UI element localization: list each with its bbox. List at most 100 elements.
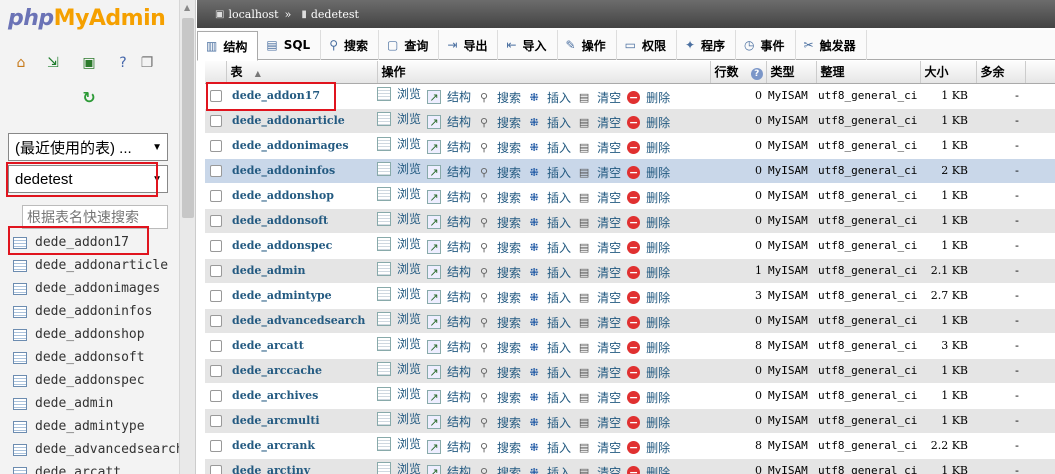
header-collation[interactable]: 整理: [816, 61, 921, 84]
table-name-link[interactable]: dede_arcmulti: [226, 408, 377, 434]
nav-table-label[interactable]: dede_advancedsearch: [35, 442, 184, 457]
nav-table-item[interactable]: dede_addon17: [10, 231, 185, 254]
action-browse[interactable]: 浏览: [377, 310, 421, 327]
action-insert[interactable]: ⁜ 插入: [527, 364, 571, 381]
action-empty[interactable]: ▤ 清空: [577, 364, 621, 381]
nav-table-item[interactable]: dede_admin: [10, 392, 185, 415]
table-name-link[interactable]: dede_addoninfos: [226, 158, 377, 184]
row-size[interactable]: 1 KB: [920, 233, 976, 259]
nav-table-label[interactable]: dede_addonshop: [35, 327, 145, 342]
action-empty[interactable]: ▤ 清空: [577, 164, 621, 181]
action-insert[interactable]: ⁜ 插入: [527, 164, 571, 181]
action-empty[interactable]: ▤ 清空: [577, 339, 621, 356]
action-empty[interactable]: ▤ 清空: [577, 189, 621, 206]
reload-icon[interactable]: ↻: [80, 88, 98, 107]
row-checkbox[interactable]: [209, 140, 222, 152]
nav-table-item[interactable]: dede_advancedsearch: [10, 438, 185, 461]
action-structure[interactable]: ↗ 结构: [427, 238, 471, 255]
tab-operations[interactable]: ✎ 操作: [558, 30, 617, 60]
row-size[interactable]: 1 KB: [920, 383, 976, 409]
copy-icon[interactable]: ❐: [138, 54, 156, 72]
table-row[interactable]: dede_arcatt 浏览 ↗ 结构 ⚲ 搜索 ⁜ 插入 ▤ 清空 − 删除 8 MyISAM utf8_…: [205, 333, 1055, 359]
action-search[interactable]: ⚲ 搜索: [477, 439, 521, 456]
action-insert[interactable]: ⁜ 插入: [527, 139, 571, 156]
action-insert[interactable]: ⁜ 插入: [527, 89, 571, 106]
action-browse[interactable]: 浏览: [377, 460, 421, 474]
row-size[interactable]: 2.2 KB: [920, 433, 976, 459]
docs-icon[interactable]: ?: [114, 54, 132, 72]
nav-scrollbar[interactable]: ▲: [179, 0, 195, 474]
action-browse[interactable]: 浏览: [377, 410, 421, 427]
action-browse[interactable]: 浏览: [377, 185, 421, 202]
action-empty[interactable]: ▤ 清空: [577, 139, 621, 156]
action-search[interactable]: ⚲ 搜索: [477, 389, 521, 406]
action-insert[interactable]: ⁜ 插入: [527, 314, 571, 331]
action-empty[interactable]: ▤ 清空: [577, 289, 621, 306]
breadcrumb-database[interactable]: dedetest: [311, 8, 359, 21]
phpmyadmin-logo[interactable]: phpMyAdmin: [8, 6, 166, 36]
row-checkbox[interactable]: [209, 115, 222, 127]
action-drop[interactable]: − 删除: [627, 464, 670, 474]
row-size[interactable]: 3 KB: [920, 333, 976, 359]
nav-table-label[interactable]: dede_addonsoft: [35, 350, 145, 365]
nav-table-label[interactable]: dede_admintype: [35, 419, 145, 434]
table-name-link[interactable]: dede_advancedsearch: [226, 308, 377, 334]
tab-triggers[interactable]: ✂ 触发器: [796, 30, 867, 60]
table-name-link[interactable]: dede_addonimages: [226, 133, 377, 159]
row-size[interactable]: 1 KB: [920, 408, 976, 434]
action-structure[interactable]: ↗ 结构: [427, 138, 471, 155]
action-search[interactable]: ⚲ 搜索: [477, 114, 521, 131]
action-empty[interactable]: ▤ 清空: [577, 314, 621, 331]
row-checkbox[interactable]: [209, 165, 222, 177]
row-checkbox[interactable]: [209, 315, 222, 327]
table-row[interactable]: dede_archives 浏览 ↗ 结构 ⚲ 搜索 ⁜ 插入 ▤ 清空 − 删除 0 MyISAM utf…: [205, 383, 1055, 409]
row-size[interactable]: 1 KB: [920, 308, 976, 334]
action-search[interactable]: ⚲ 搜索: [477, 289, 521, 306]
row-size[interactable]: 1 KB: [920, 458, 976, 474]
action-structure[interactable]: ↗ 结构: [427, 88, 471, 105]
table-name-link[interactable]: dede_arcatt: [226, 333, 377, 359]
table-row[interactable]: dede_admintype 浏览 ↗ 结构 ⚲ 搜索 ⁜ 插入 ▤ 清空 − 删除 3 MyISAM ut…: [205, 283, 1055, 309]
tab-sql[interactable]: ▤ SQL: [258, 30, 322, 60]
action-search[interactable]: ⚲ 搜索: [477, 239, 521, 256]
nav-table-item[interactable]: dede_addonshop: [10, 323, 185, 346]
action-drop[interactable]: − 删除: [627, 164, 670, 181]
action-browse[interactable]: 浏览: [377, 435, 421, 452]
table-row[interactable]: dede_arccache 浏览 ↗ 结构 ⚲ 搜索 ⁜ 插入 ▤ 清空 − 删除 0 MyISAM utf…: [205, 358, 1055, 384]
action-drop[interactable]: − 删除: [627, 314, 670, 331]
row-checkbox[interactable]: [209, 240, 222, 252]
action-search[interactable]: ⚲ 搜索: [477, 364, 521, 381]
action-browse[interactable]: 浏览: [377, 260, 421, 277]
row-size[interactable]: 2.1 KB: [920, 258, 976, 284]
action-structure[interactable]: ↗ 结构: [427, 313, 471, 330]
nav-table-item[interactable]: dede_addonsoft: [10, 346, 185, 369]
table-icon[interactable]: [13, 466, 27, 474]
table-name-link[interactable]: dede_addonarticle: [226, 108, 377, 134]
row-size[interactable]: 1 KB: [920, 108, 976, 134]
table-name-link[interactable]: dede_addon17: [226, 83, 377, 109]
row-checkbox[interactable]: [209, 440, 222, 452]
action-browse[interactable]: 浏览: [377, 135, 421, 152]
table-row[interactable]: dede_addonshop 浏览 ↗ 结构 ⚲ 搜索 ⁜ 插入 ▤ 清空 − 删除 0 MyISAM ut…: [205, 183, 1055, 209]
nav-table-item[interactable]: dede_addonspec: [10, 369, 185, 392]
table-row[interactable]: dede_advancedsearch 浏览 ↗ 结构 ⚲ 搜索 ⁜ 插入 ▤ 清空 − 删除 0 MyI…: [205, 308, 1055, 334]
home-icon[interactable]: ⌂: [12, 54, 30, 72]
action-browse[interactable]: 浏览: [377, 385, 421, 402]
action-empty[interactable]: ▤ 清空: [577, 89, 621, 106]
action-insert[interactable]: ⁜ 插入: [527, 289, 571, 306]
tab-privileges[interactable]: ▭ 权限: [617, 30, 677, 60]
action-structure[interactable]: ↗ 结构: [427, 213, 471, 230]
row-checkbox[interactable]: [209, 365, 222, 377]
header-rows[interactable]: 行数 ?: [710, 61, 767, 84]
action-drop[interactable]: − 删除: [627, 214, 670, 231]
action-insert[interactable]: ⁜ 插入: [527, 214, 571, 231]
breadcrumb-server[interactable]: localhost: [228, 8, 278, 21]
table-name-link[interactable]: dede_admintype: [226, 283, 377, 309]
action-structure[interactable]: ↗ 结构: [427, 288, 471, 305]
action-drop[interactable]: − 删除: [627, 289, 670, 306]
action-browse[interactable]: 浏览: [377, 235, 421, 252]
nav-table-label[interactable]: dede_addonarticle: [35, 258, 168, 273]
header-table[interactable]: 表 ▲: [226, 61, 378, 84]
header-size[interactable]: 大小: [920, 61, 977, 84]
action-search[interactable]: ⚲ 搜索: [477, 214, 521, 231]
